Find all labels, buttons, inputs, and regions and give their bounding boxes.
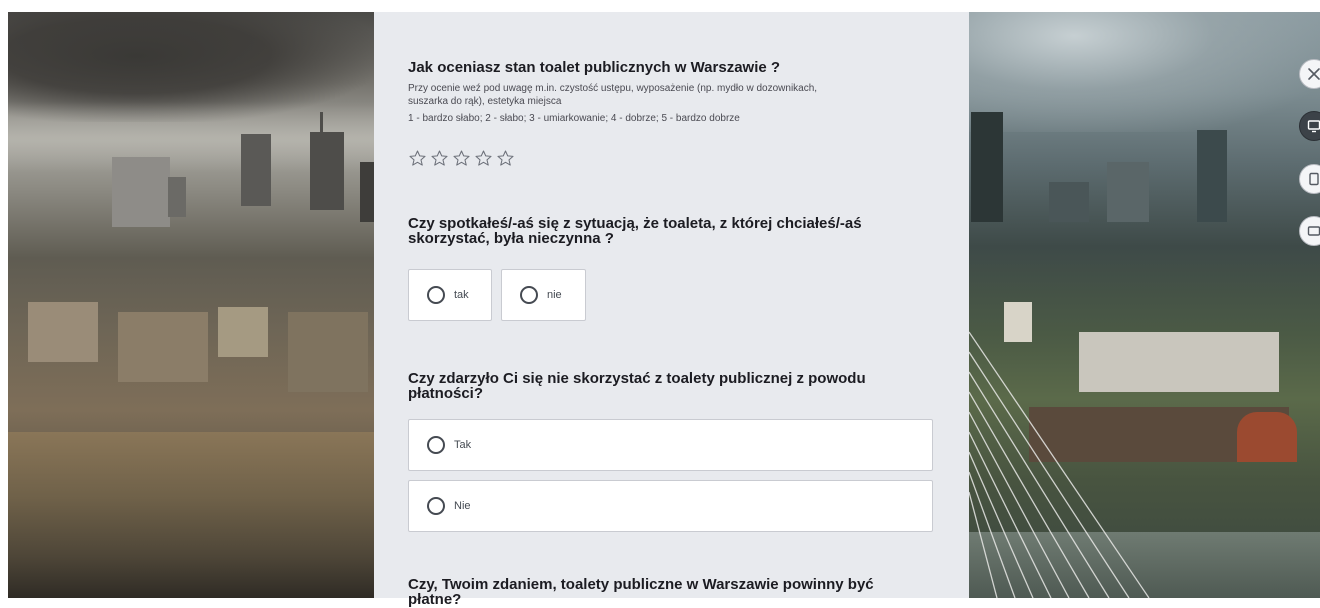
photo-antenna	[320, 112, 323, 134]
option-nie-button[interactable]: nie	[501, 269, 586, 321]
photo-building	[118, 312, 208, 382]
option-nie-button[interactable]: Nie	[408, 480, 933, 532]
photo-building	[112, 157, 170, 227]
question-3-title-line2: płatności?	[408, 385, 484, 402]
radio-circle-icon[interactable]	[427, 286, 445, 304]
radio-circle-icon[interactable]	[427, 436, 445, 454]
photo-building	[288, 312, 368, 392]
question-1-scale: 1 - bardzo słabo; 2 - słabo; 3 - umiarko…	[408, 113, 740, 124]
photo-building	[28, 302, 98, 362]
option-tak-button[interactable]: Tak	[408, 419, 933, 471]
option-nie-label: Nie	[454, 500, 471, 512]
tablet-icon	[1309, 172, 1319, 186]
question-1-description-line1: Przy ocenie weź pod uwagę m.in. czystość…	[408, 83, 818, 94]
question-2-title-line2: skorzystać, była nieczynna ?	[408, 230, 614, 247]
tablet-landscape-icon	[1307, 226, 1320, 236]
question-4-title-line2: płatne?	[408, 591, 462, 608]
radio-circle-icon[interactable]	[520, 286, 538, 304]
rating-stars	[408, 149, 515, 168]
photo-building	[241, 134, 271, 206]
option-nie-label: nie	[547, 289, 562, 301]
close-icon	[1308, 68, 1320, 80]
question-1-description-line2: suszarka do rąk), estetyka miejsca	[408, 96, 562, 107]
option-tak-button[interactable]: tak	[408, 269, 492, 321]
star-2-icon[interactable]	[430, 149, 449, 168]
star-1-icon[interactable]	[408, 149, 427, 168]
photo-ground	[8, 432, 374, 598]
option-tak-label: tak	[454, 289, 469, 301]
photo-bridge-cables	[969, 331, 1150, 598]
star-3-icon[interactable]	[452, 149, 471, 168]
photo-building	[310, 132, 344, 210]
photo-building	[360, 162, 374, 222]
question-3-title-line1: Czy zdarzyło Ci się nie skorzystać z toa…	[408, 370, 866, 387]
star-5-icon[interactable]	[496, 149, 515, 168]
background-photo-right	[969, 12, 1320, 598]
radio-circle-icon[interactable]	[427, 497, 445, 515]
photo-building	[218, 307, 268, 357]
photo-building	[168, 177, 186, 217]
question-4-title-line1: Czy, Twoim zdaniem, toalety publiczne w …	[408, 576, 874, 593]
question-2-title-line1: Czy spotkałeś/-aś się z sytuacją, że toa…	[408, 215, 862, 232]
question-1-title: Jak oceniasz stan toalet publicznych w W…	[408, 59, 781, 76]
option-tak-label: Tak	[454, 439, 472, 451]
desktop-icon	[1307, 120, 1320, 133]
star-4-icon[interactable]	[474, 149, 493, 168]
survey-panel: Jak oceniasz stan toalet publicznych w W…	[374, 12, 969, 607]
background-photo-left	[8, 12, 374, 598]
